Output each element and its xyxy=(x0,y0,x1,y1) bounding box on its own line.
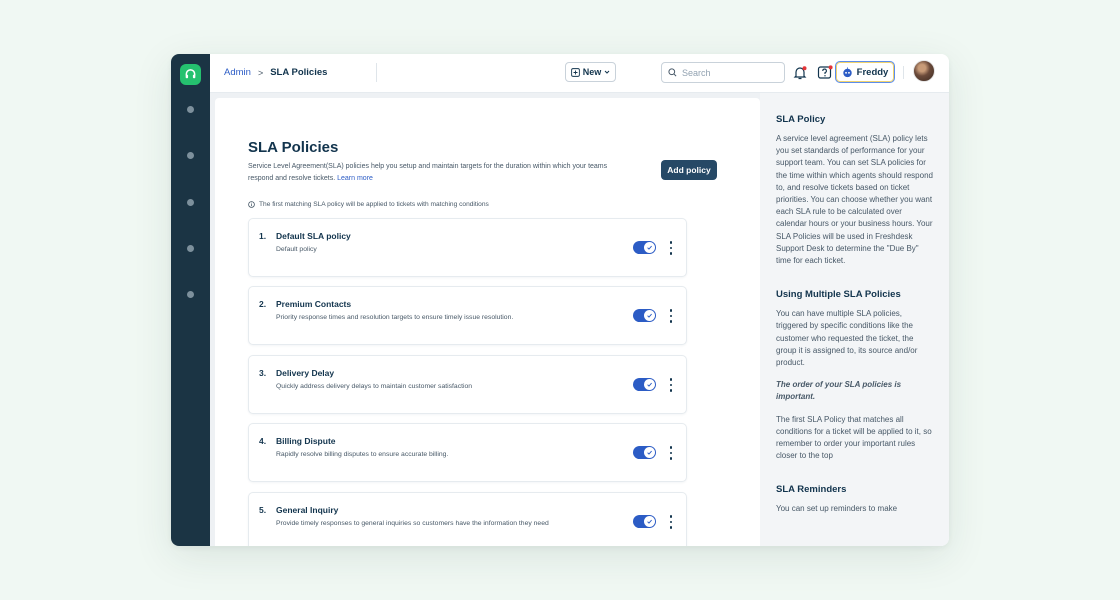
help-text: The first SLA Policy that matches all co… xyxy=(776,414,932,461)
policy-enable-toggle[interactable] xyxy=(633,378,656,391)
top-header: Admin > SLA Policies New Search Freddy xyxy=(210,54,949,93)
policy-number: 1. xyxy=(259,231,267,241)
breadcrumb-current: SLA Policies xyxy=(270,67,328,78)
help-text: You can set up reminders to make xyxy=(776,504,898,514)
check-icon xyxy=(647,519,652,524)
breadcrumb-admin-link[interactable]: Admin xyxy=(224,67,251,78)
sidebar-item-3[interactable] xyxy=(187,199,194,206)
help-text: A service level agreement (SLA) policy l… xyxy=(776,134,933,266)
policy-card[interactable]: 3. Delivery Delay Quickly address delive… xyxy=(248,355,687,414)
policy-description: Priority response times and resolution t… xyxy=(276,314,514,321)
policy-card[interactable]: 5. General Inquiry Provide timely respon… xyxy=(248,492,687,546)
policy-card[interactable]: 2. Premium Contacts Priority response ti… xyxy=(248,286,687,345)
check-icon xyxy=(647,313,652,318)
new-button-label: New xyxy=(582,67,602,77)
breadcrumb-separator: > xyxy=(257,67,264,78)
freddy-robot-icon xyxy=(842,67,852,77)
sidebar xyxy=(171,54,210,546)
search-icon xyxy=(668,68,677,77)
search-box[interactable] xyxy=(661,62,785,83)
sidebar-item-1[interactable] xyxy=(187,106,194,113)
headset-icon[interactable] xyxy=(180,64,201,85)
help-heading: Using Multiple SLA Policies xyxy=(776,289,901,301)
policy-number: 2. xyxy=(259,299,267,309)
search-input[interactable] xyxy=(682,67,772,78)
breadcrumb: Admin > SLA Policies xyxy=(224,67,327,78)
policy-name[interactable]: Premium Contacts xyxy=(276,299,351,309)
help-text: You can have multiple SLA policies, trig… xyxy=(776,309,918,368)
info-note-text: The first matching SLA policy will be ap… xyxy=(259,201,489,208)
freddy-ai-button[interactable]: Freddy xyxy=(835,61,895,83)
policy-number: 5. xyxy=(259,505,267,515)
policy-description: Provide timely responses to general inqu… xyxy=(276,520,549,527)
user-avatar[interactable] xyxy=(913,60,935,82)
more-options-icon[interactable] xyxy=(668,445,674,461)
policy-enable-toggle[interactable] xyxy=(633,241,656,254)
page-description-text: Service Level Agreement(SLA) policies he… xyxy=(248,163,608,182)
help-question-icon[interactable] xyxy=(816,64,833,81)
more-options-icon[interactable] xyxy=(668,377,674,393)
new-button[interactable]: New xyxy=(565,62,616,82)
app-window: Admin > SLA Policies New Search Freddy S… xyxy=(171,54,949,546)
learn-more-link[interactable]: Learn more xyxy=(337,175,373,182)
chevron-down-icon xyxy=(604,70,610,74)
policy-description: Default policy xyxy=(276,246,317,253)
policy-description: Rapidly resolve billing disputes to ensu… xyxy=(276,451,449,458)
policy-enable-toggle[interactable] xyxy=(633,309,656,322)
info-icon xyxy=(248,201,255,208)
policy-number: 3. xyxy=(259,368,267,378)
sidebar-item-5[interactable] xyxy=(187,291,194,298)
info-note: The first matching SLA policy will be ap… xyxy=(248,201,489,208)
policy-enable-toggle[interactable] xyxy=(633,446,656,459)
bell-notification-icon[interactable] xyxy=(791,64,808,81)
plus-box-icon xyxy=(570,67,580,77)
add-policy-button[interactable]: Add policy xyxy=(661,160,717,180)
more-options-icon[interactable] xyxy=(668,514,674,530)
page-description: Service Level Agreement(SLA) policies he… xyxy=(248,161,613,185)
check-icon xyxy=(647,245,652,250)
policy-name[interactable]: Delivery Delay xyxy=(276,368,334,378)
policy-name[interactable]: Billing Dispute xyxy=(276,436,336,446)
policy-number: 4. xyxy=(259,436,267,446)
main-content: SLA Policies Service Level Agreement(SLA… xyxy=(215,98,760,546)
help-heading: SLA Reminders xyxy=(776,484,847,496)
check-icon xyxy=(647,382,652,387)
help-emphasis: The order of your SLA policies is import… xyxy=(776,380,902,402)
more-options-icon[interactable] xyxy=(668,240,674,256)
help-panel[interactable]: SLA Policy A service level agreement (SL… xyxy=(760,93,949,546)
freddy-label: Freddy xyxy=(856,66,889,78)
sidebar-item-2[interactable] xyxy=(187,152,194,159)
policy-name[interactable]: General Inquiry xyxy=(276,505,338,515)
policy-name[interactable]: Default SLA policy xyxy=(276,231,351,241)
policy-description: Quickly address delivery delays to maint… xyxy=(276,383,473,390)
page-title: SLA Policies xyxy=(248,139,339,156)
sidebar-item-4[interactable] xyxy=(187,245,194,252)
check-icon xyxy=(647,450,652,455)
policy-card[interactable]: 4. Billing Dispute Rapidly resolve billi… xyxy=(248,423,687,482)
policy-card[interactable]: 1. Default SLA policy Default policy xyxy=(248,218,687,277)
main-area: SLA Policies Service Level Agreement(SLA… xyxy=(210,93,760,546)
help-heading: SLA Policy xyxy=(776,114,826,125)
header-divider xyxy=(376,63,377,82)
more-options-icon[interactable] xyxy=(668,308,674,324)
policy-enable-toggle[interactable] xyxy=(633,515,656,528)
header-divider xyxy=(903,66,904,79)
